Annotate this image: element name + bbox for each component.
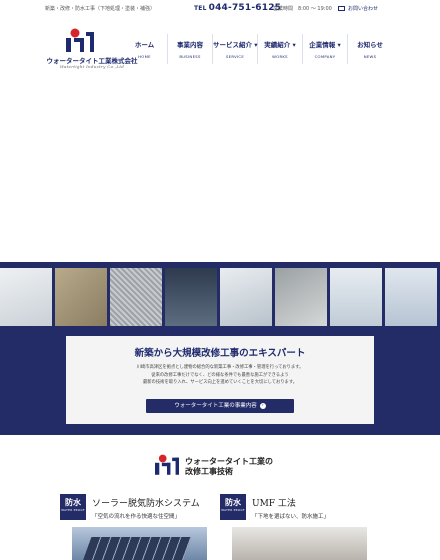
intro-body: 川崎市高津区を拠点とし建物の総合的な新築工事・改修工事・管理を行っております。 … [86, 364, 354, 387]
photo-thumbnail [330, 268, 382, 326]
intro-title: 新築から大規模改修工事のエキスパート [134, 348, 306, 359]
waterproof-badge: 防水 WATER PROOF [220, 494, 246, 520]
card-subtitle: 「下地を選ばない、防水施工」 [252, 514, 330, 520]
nav-en-label: HOME [138, 54, 151, 59]
tel-prefix: TEL [194, 5, 207, 12]
badge-label: 防水 [65, 498, 81, 507]
tree [40, 200, 130, 262]
arrow-right-icon: › [259, 403, 266, 409]
feature-card-umf[interactable]: 防水 WATER PROOF UMF 工法 「下地を選ばない、防水施工」 [220, 490, 380, 560]
main-nav: ホーム HOME 事業内容 BUSINESS サービス紹介 ▾ SERVICE 実績紹… [122, 34, 392, 64]
card-subtitle: 「空気の流れを作る快適な住空間」 [92, 514, 181, 520]
nav-en-label: SERVICE [225, 54, 245, 59]
tree [360, 170, 440, 262]
tree [190, 205, 300, 262]
solar-panel-image [72, 527, 207, 560]
nav-works[interactable]: 実績紹介 ▾ WORKS [257, 34, 302, 64]
intro-body-line: 川崎市高津区を拠点とし建物の総合的な新築工事・改修工事・管理を行っております。 [136, 365, 304, 370]
nav-en-label: COMPANY [314, 54, 336, 59]
mail-icon [338, 6, 345, 11]
nav-label: お知らせ [357, 41, 383, 49]
top-bar: 新築・改修・防水工事（下地処理・塗装・補強） TEL 044-751-6125 営… [0, 0, 440, 18]
nav-news[interactable]: お知らせ NEWS [347, 34, 392, 64]
nav-label: 事業内容 [177, 41, 203, 49]
photo-thumbnail [110, 268, 162, 326]
business-hours: 営業時間 8:00 ～ 19:00 [273, 6, 332, 12]
photo-thumbnail [0, 268, 52, 326]
contact-label: お問い合わせ [348, 6, 379, 12]
nav-label: サービス紹介 ▾ [213, 41, 258, 49]
intro-box: 新築から大規模改修工事のエキスパート 川崎市高津区を拠点とし建物の総合的な新築工… [66, 336, 374, 424]
nav-service[interactable]: サービス紹介 ▾ SERVICE [212, 34, 258, 64]
phone-number[interactable]: TEL 044-751-6125 [194, 3, 281, 13]
side-building [290, 150, 440, 262]
badge-label: 防水 [225, 498, 241, 507]
company-name-en: Watertight Industry Co.,Ltd [59, 64, 125, 69]
business-details-button[interactable]: ウォータータイト工業の事業内容 › [146, 399, 294, 413]
intro-body-line: 従来の改修工事だけでなく、どの様な条件でも最善な施工ができるよう [151, 372, 289, 378]
tree [0, 185, 70, 255]
photo-thumbnail [55, 268, 107, 326]
photo-strip [0, 268, 440, 326]
logo-mark-icon [155, 454, 179, 475]
features-heading-line2: 改修工事技術 [185, 467, 233, 476]
intro-body-line: 最新の技術を取り入れ、サービス向上を進めていくことを大切にしております。 [142, 380, 298, 386]
nav-business[interactable]: 事業内容 BUSINESS [167, 34, 212, 64]
background-building [180, 95, 220, 245]
photo-thumbnail [275, 268, 327, 326]
badge-en-label: WATER PROOF [61, 508, 85, 512]
tree [280, 180, 370, 262]
nav-en-label: BUSINESS [179, 54, 201, 59]
logo-mark-icon [66, 28, 94, 52]
button-label: ウォータータイト工業の事業内容 [174, 403, 257, 409]
photo-thumbnail [220, 268, 272, 326]
card-title: UMF 工法 [252, 499, 296, 509]
umf-work-image [232, 527, 367, 560]
waterproof-badge: 防水 WATER PROOF [60, 494, 86, 520]
nav-company[interactable]: 企業情報 ▾ COMPANY [302, 34, 347, 64]
contact-link[interactable]: お問い合わせ [338, 3, 396, 14]
features-heading: ウォータータイト工業の 改修工事技術 [155, 454, 295, 478]
nav-home[interactable]: ホーム HOME [122, 34, 167, 64]
nav-en-label: WORKS [272, 54, 288, 59]
tagline: 新築・改修・防水工事（下地処理・塗装・補強） [45, 6, 156, 12]
apartment-building [215, 70, 385, 262]
feature-card-solar[interactable]: 防水 WATER PROOF ソーラー脱気防水システム 「空気の流れを作る快適な… [60, 490, 220, 560]
tree [110, 195, 210, 262]
nav-en-label: NEWS [363, 54, 377, 59]
photo-thumbnail [385, 268, 437, 326]
badge-en-label: WATER PROOF [221, 508, 245, 512]
hero-title-line2: トータルコーディネーター [136, 156, 304, 171]
site-header: ウォータータイト工業株式会社 Watertight Industry Co.,L… [0, 18, 440, 80]
nav-label: 企業情報 ▾ [309, 41, 341, 49]
tel-number: 044-751-6125 [208, 3, 282, 13]
nav-label: 実績紹介 ▾ [264, 41, 296, 49]
photo-thumbnail [165, 268, 217, 326]
hero-subtitle: Watertight Industory Co.Ltd [153, 172, 287, 178]
nav-label: ホーム [134, 41, 155, 49]
hero-title-line1: 建物維持管理のための [149, 135, 290, 150]
card-title: ソーラー脱気防水システム [92, 499, 200, 509]
